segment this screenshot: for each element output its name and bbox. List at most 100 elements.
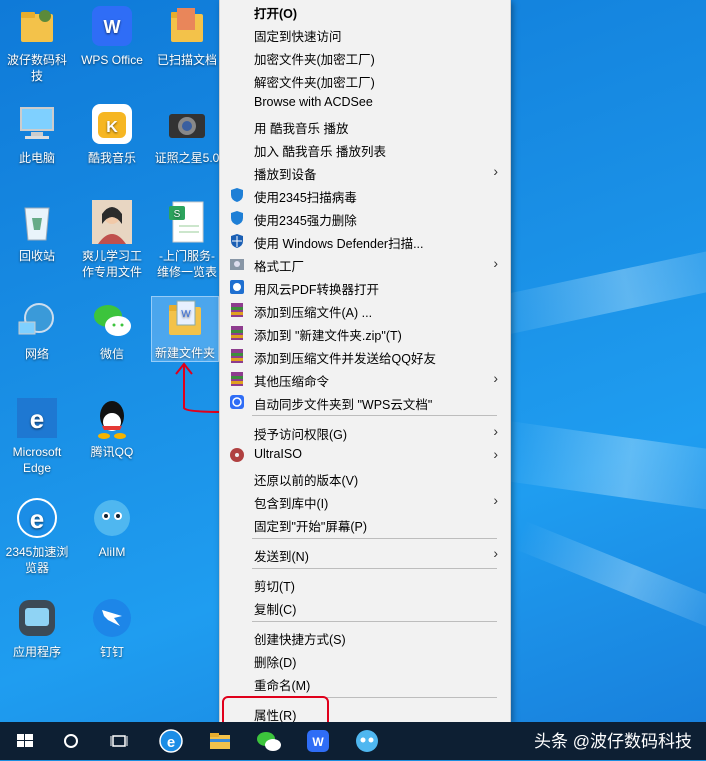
menu-item-cast-to-device[interactable]: 播放到设备 › [220, 161, 510, 183]
desktop-icon-apps[interactable]: 应用程序 [4, 596, 70, 660]
menu-item-send-to[interactable]: 发送到(N) › [220, 543, 510, 565]
desktop-icon-zhengzhao[interactable]: 证照之星5.0 [154, 102, 220, 166]
icon-label: 2345加速浏览器 [5, 545, 69, 575]
wps-cloud-icon [229, 394, 245, 410]
format-factory-icon [229, 256, 245, 272]
wechat-icon [257, 732, 281, 751]
desktop-icon-this-pc[interactable]: 此电脑 [4, 102, 70, 166]
desktop-icon-scanned[interactable]: 已扫描文档 [154, 4, 220, 68]
desktop-icon-bozai[interactable]: 波仔数码科技 [4, 4, 70, 84]
svg-text:W: W [312, 735, 324, 749]
desktop-icon-wps[interactable]: W WPS Office [79, 4, 145, 68]
dingtalk-icon [90, 596, 134, 640]
menu-item-create-shortcut[interactable]: 创建快捷方式(S) [220, 626, 510, 648]
menu-item-add-zip[interactable]: 添加到 "新建文件夹.zip"(T) [220, 322, 510, 344]
desktop-icon-kuwo[interactable]: K 酷我音乐 [79, 102, 145, 166]
menu-item-2345-delete[interactable]: 使用2345强力删除 [220, 207, 510, 229]
icon-label: 腾讯QQ [90, 445, 134, 459]
menu-item-2345-scan[interactable]: 使用2345扫描病毒 [220, 184, 510, 206]
menu-item-include-library[interactable]: 包含到库中(I) › [220, 490, 510, 512]
icon-label: 证照之星5.0 [154, 151, 220, 165]
menu-item-grant-access[interactable]: 授予访问权限(G) › [220, 421, 510, 443]
menu-item-kuwo-playlist[interactable]: 加入 酷我音乐 播放列表 [220, 138, 510, 160]
menu-item-decrypt-folder[interactable]: 解密文件夹(加密工厂) [220, 69, 510, 91]
menu-item-rename[interactable]: 重命名(M) [220, 672, 510, 694]
icon-label: AliIM [98, 545, 126, 559]
menu-separator [252, 568, 497, 569]
chevron-right-icon: › [493, 163, 498, 179]
recycle-bin-icon [15, 200, 59, 244]
menu-item-pdf-converter[interactable]: 用风云PDF转换器打开 [220, 276, 510, 298]
icon-label: 此电脑 [18, 151, 55, 165]
icon-label: 爽儿学习工作专用文件 [81, 249, 142, 279]
menu-item-delete[interactable]: 删除(D) [220, 649, 510, 671]
menu-item-restore-versions[interactable]: 还原以前的版本(V) [220, 467, 510, 489]
desktop-icon-recycle-bin[interactable]: 回收站 [4, 200, 70, 264]
taskbar-2345-browser[interactable]: e [156, 726, 186, 756]
desktop-icon-service-sheet[interactable]: S -上门服务-维修一览表 [154, 200, 220, 280]
winrar-icon [229, 348, 245, 364]
defender-icon [229, 233, 245, 249]
ultraiso-icon [229, 447, 245, 463]
desktop-icon-qq[interactable]: 腾讯QQ [79, 396, 145, 460]
icon-label: 波仔数码科技 [6, 53, 67, 83]
desktop-icon-2345-browser[interactable]: e 2345加速浏览器 [4, 496, 70, 576]
taskbar-wechat[interactable] [254, 726, 284, 756]
menu-item-cut[interactable]: 剪切(T) [220, 573, 510, 595]
icon-label: -上门服务-维修一览表 [156, 249, 217, 279]
photo-icon [90, 200, 134, 244]
svg-text:e: e [167, 734, 175, 751]
chevron-right-icon: › [493, 255, 498, 271]
winrar-icon [229, 302, 245, 318]
icon-label: WPS Office [81, 53, 143, 67]
menu-item-format-factory[interactable]: 格式工厂 › [220, 253, 510, 275]
menu-item-other-compress[interactable]: 其他压缩命令 › [220, 368, 510, 390]
menu-item-copy[interactable]: 复制(C) [220, 596, 510, 618]
taskbar-aliim[interactable] [352, 726, 382, 756]
icon-label: 网络 [24, 347, 49, 361]
wps-icon: W [90, 4, 134, 48]
browser-2345-icon: e [15, 496, 59, 540]
svg-text:e: e [30, 504, 44, 534]
computer-icon [15, 102, 59, 146]
edge-icon: e [15, 396, 59, 440]
desktop-icon-shuanger[interactable]: 爽儿学习工作专用文件 [79, 200, 145, 280]
pdf-converter-icon [229, 279, 245, 295]
menu-item-archive-send-qq[interactable]: 添加到压缩文件并发送给QQ好友 [220, 345, 510, 367]
start-button[interactable] [10, 726, 40, 756]
apps-icon [15, 596, 59, 640]
chevron-right-icon: › [493, 492, 498, 508]
windows-logo-icon [17, 734, 33, 747]
menu-item-open[interactable]: 打开(O) [220, 0, 510, 22]
icon-label: 新建文件夹 [154, 346, 215, 360]
menu-item-kuwo-play[interactable]: 用 酷我音乐 播放 [220, 115, 510, 137]
task-view-button[interactable] [104, 726, 134, 756]
browser-2345-icon: e [159, 729, 183, 753]
menu-separator [252, 538, 497, 539]
chevron-right-icon: › [493, 545, 498, 561]
desktop-icon-dingtalk[interactable]: 钉钉 [79, 596, 145, 660]
desktop-icon-wechat[interactable]: 微信 [79, 298, 145, 362]
desktop-icon-new-folder[interactable]: W 新建文件夹 [151, 296, 219, 362]
folder-icon [165, 4, 209, 48]
search-button[interactable] [56, 726, 86, 756]
menu-item-wps-sync[interactable]: 自动同步文件夹到 "WPS云文档" [220, 391, 510, 413]
menu-item-encrypt-folder[interactable]: 加密文件夹(加密工厂) [220, 46, 510, 68]
icon-label: 微信 [99, 347, 124, 361]
menu-item-pin-quick-access[interactable]: 固定到快速访问 [220, 23, 510, 45]
menu-item-add-archive[interactable]: 添加到压缩文件(A) ... [220, 299, 510, 321]
desktop-icon-network[interactable]: 网络 [4, 298, 70, 362]
desktop-icon-aliim[interactable]: AliIM [79, 496, 145, 560]
qq-icon [90, 396, 134, 440]
menu-separator [252, 415, 497, 416]
taskbar-wps[interactable]: W [303, 726, 333, 756]
menu-item-acdsee[interactable]: Browse with ACDSee [220, 92, 510, 114]
menu-item-ultraiso[interactable]: UltraISO › [220, 444, 510, 466]
icon-label: 钉钉 [99, 645, 124, 659]
menu-item-pin-start[interactable]: 固定到"开始"屏幕(P) [220, 513, 510, 535]
desktop-icon-edge[interactable]: e Microsoft Edge [4, 396, 70, 476]
shield-icon [229, 210, 245, 226]
taskbar-file-explorer[interactable] [205, 726, 235, 756]
task-view-icon [110, 735, 128, 747]
menu-item-defender-scan[interactable]: 使用 Windows Defender扫描... [220, 230, 510, 252]
